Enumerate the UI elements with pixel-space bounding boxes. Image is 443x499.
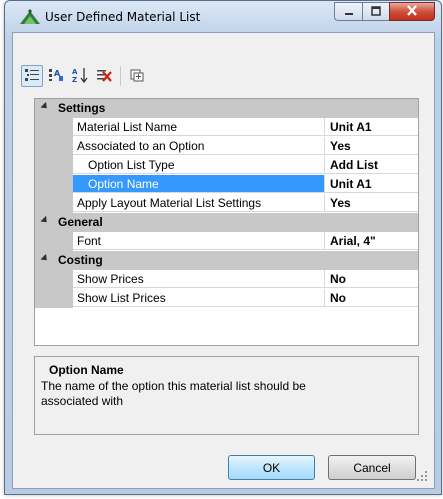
delete-list-button[interactable] (93, 65, 115, 87)
property-value[interactable]: Yes (325, 194, 418, 212)
property-value[interactable]: Yes (325, 137, 418, 155)
window-title: User Defined Material List (45, 10, 201, 24)
property-name: Option List Type (73, 156, 325, 174)
categorized-view-icon (24, 67, 40, 86)
property-value[interactable]: No (325, 270, 418, 288)
property-name: Font (73, 232, 325, 250)
property-toolbar: A A Z (21, 63, 150, 89)
close-button[interactable] (389, 2, 435, 21)
maximize-button[interactable] (362, 2, 389, 21)
alphabetical-edit-icon: A (48, 67, 64, 86)
category-label: General (58, 215, 103, 229)
description-text: The name of the option this material lis… (41, 379, 306, 408)
ok-button[interactable]: OK (228, 455, 315, 480)
minimize-button[interactable] (334, 2, 362, 21)
resize-grip-icon[interactable] (416, 470, 428, 482)
property-pages-button[interactable] (126, 65, 148, 87)
category-costing[interactable]: Costing (35, 251, 418, 270)
property-row-font[interactable]: Font Arial, 4" (35, 232, 418, 251)
close-icon (406, 4, 418, 19)
delete-list-icon (96, 67, 112, 86)
svg-text:Z: Z (72, 76, 77, 83)
description-title: Option Name (49, 363, 124, 377)
property-row-show-list-prices[interactable]: Show List Prices No (35, 289, 418, 308)
maximize-icon (371, 5, 381, 19)
property-row-option-list-type[interactable]: Option List Type Add List (35, 156, 418, 175)
property-name: Material List Name (73, 118, 325, 136)
property-name: Associated to an Option (73, 137, 325, 155)
property-row-option-name[interactable]: Option Name Unit A1 (35, 175, 418, 194)
property-value[interactable]: Unit A1 (325, 175, 418, 193)
property-row-show-prices[interactable]: Show Prices No (35, 270, 418, 289)
dialog-window: User Defined Material List A A Z Setting… (4, 0, 442, 495)
category-settings[interactable]: Settings (35, 99, 418, 118)
description-panel: Option Name The name of the option this … (34, 356, 419, 435)
category-label: Settings (58, 101, 106, 115)
toolbar-separator (120, 66, 121, 86)
categorized-view-button[interactable] (21, 65, 43, 87)
alphabetical-edit-button[interactable]: A (45, 65, 67, 87)
property-name: Option Name (73, 175, 325, 193)
property-name: Show Prices (73, 270, 325, 288)
title-bar[interactable]: User Defined Material List (5, 1, 441, 33)
category-label: Costing (58, 253, 103, 267)
collapse-triangle-icon[interactable] (40, 253, 50, 264)
property-row-apply-layout-settings[interactable]: Apply Layout Material List Settings Yes (35, 194, 418, 213)
property-value[interactable]: Add List (325, 156, 418, 174)
property-value[interactable]: No (325, 289, 418, 307)
cancel-button[interactable]: Cancel (328, 455, 416, 480)
property-grid[interactable]: Settings Material List Name Unit A1 Asso… (34, 98, 419, 346)
sort-az-icon: A Z (72, 67, 88, 86)
minimize-icon (344, 5, 354, 19)
property-value[interactable]: Unit A1 (325, 118, 418, 136)
property-name: Apply Layout Material List Settings (73, 194, 325, 212)
property-name: Show List Prices (73, 289, 325, 307)
category-general[interactable]: General (35, 213, 418, 232)
property-row-material-list-name[interactable]: Material List Name Unit A1 (35, 118, 418, 137)
property-pages-icon (129, 67, 145, 86)
property-row-associated-to-option[interactable]: Associated to an Option Yes (35, 137, 418, 156)
sort-az-button[interactable]: A Z (69, 65, 91, 87)
svg-text:A: A (72, 68, 78, 76)
collapse-triangle-icon[interactable] (40, 101, 50, 112)
property-value[interactable]: Arial, 4" (325, 232, 418, 250)
collapse-triangle-icon[interactable] (40, 215, 50, 226)
app-logo-icon (19, 8, 41, 26)
